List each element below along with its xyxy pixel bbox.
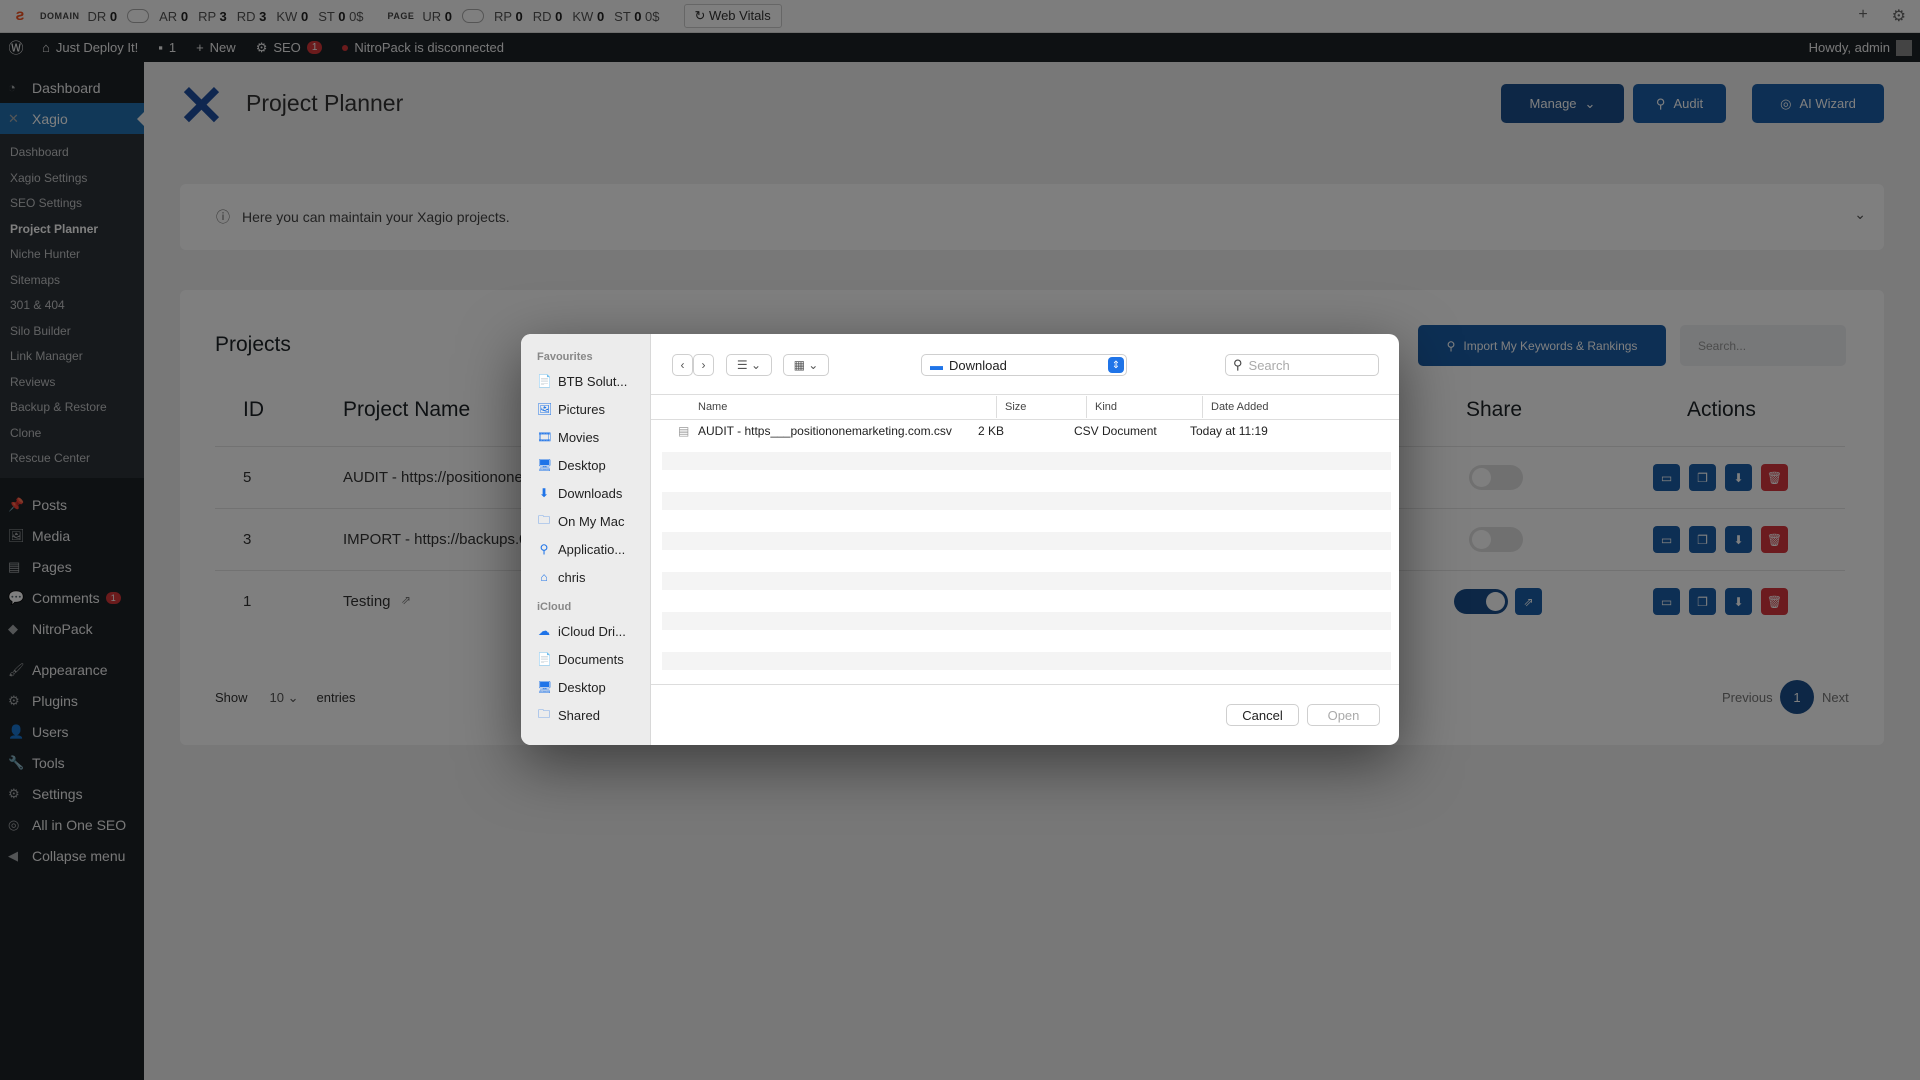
grid-view-button[interactable]: ▦ ⌄ bbox=[783, 354, 829, 376]
dialog-sidebar-item[interactable]: 🖼 Pictures bbox=[521, 395, 650, 423]
location-label: Desktop bbox=[558, 679, 606, 695]
chevron-right-icon: › bbox=[701, 358, 706, 372]
location-icon: 🎞 bbox=[537, 430, 553, 444]
dialog-sidebar-item[interactable]: 🗀 On My Mac bbox=[521, 507, 650, 535]
forward-button[interactable]: › bbox=[693, 354, 714, 376]
dialog-sidebar-item[interactable]: 🗀 Shared bbox=[521, 701, 650, 729]
dialog-sidebar-item[interactable]: ⌂ chris bbox=[521, 563, 650, 591]
dialog-sidebar: Favourites 📄 BTB Solut... 🖼 Pictures 🎞 Movies… bbox=[521, 334, 651, 745]
location-label: Shared bbox=[558, 707, 600, 723]
search-icon: ⚲ bbox=[1233, 357, 1243, 372]
dialog-sidebar-item[interactable]: 📄 BTB Solut... bbox=[521, 367, 650, 395]
location-icon: 📄 bbox=[537, 374, 552, 388]
grid-icon: ▦ ⌄ bbox=[793, 358, 819, 372]
file-kind: CSV Document bbox=[1074, 424, 1157, 438]
location-label: Desktop bbox=[558, 457, 606, 473]
location-popup[interactable]: ▬ Download ⇕ bbox=[921, 354, 1127, 376]
icloud-heading: iCloud bbox=[537, 601, 572, 613]
location-icon: 🖥 bbox=[537, 680, 553, 694]
folder-icon: ▬ bbox=[930, 357, 943, 373]
location-icon: 🗀 bbox=[537, 706, 550, 721]
dialog-sidebar-item[interactable]: ⚲ Applicatio... bbox=[521, 535, 650, 563]
location-label: Download bbox=[949, 357, 1007, 373]
search-placeholder: Search bbox=[1248, 357, 1290, 373]
location-icon: 🖼 bbox=[537, 402, 553, 416]
file-name: AUDIT - https___positiononemarketing.com… bbox=[698, 424, 952, 438]
location-label: Downloads bbox=[558, 485, 623, 501]
dialog-search-input[interactable]: ⚲ Search bbox=[1225, 354, 1379, 376]
location-icon: 🖥 bbox=[537, 458, 553, 472]
col-size[interactable]: Size bbox=[996, 396, 1026, 418]
col-date[interactable]: Date Added bbox=[1202, 396, 1269, 418]
file-open-dialog: Favourites 📄 BTB Solut... 🖼 Pictures 🎞 Movies… bbox=[521, 334, 1399, 745]
open-button[interactable]: Open bbox=[1307, 704, 1380, 726]
chevron-left-icon: ‹ bbox=[680, 358, 685, 372]
dialog-sidebar-item[interactable]: 🖥 Desktop bbox=[521, 451, 650, 479]
location-icon: 📄 bbox=[537, 652, 552, 666]
location-label: BTB Solut... bbox=[558, 373, 628, 389]
col-name[interactable]: Name bbox=[698, 396, 727, 418]
location-icon: ⬇ bbox=[538, 486, 550, 500]
location-label: Movies bbox=[558, 429, 600, 445]
dialog-sidebar-item[interactable]: ⬇ Downloads bbox=[521, 479, 650, 507]
updown-chevron-icon: ⇕ bbox=[1108, 357, 1124, 373]
location-label: Pictures bbox=[558, 401, 605, 417]
dialog-sidebar-item[interactable]: 📄 Documents bbox=[521, 645, 650, 673]
location-icon: ⚲ bbox=[539, 542, 549, 556]
dialog-sidebar-item[interactable]: ☁ iCloud Dri... bbox=[521, 617, 650, 645]
list-icon: ☰ ⌄ bbox=[736, 358, 762, 372]
location-icon: 🗀 bbox=[537, 512, 550, 527]
favourites-heading: Favourites bbox=[537, 351, 593, 363]
location-icon: ☁ bbox=[538, 624, 550, 638]
location-label: Applicatio... bbox=[558, 541, 626, 557]
dialog-sidebar-item[interactable]: 🖥 Desktop bbox=[521, 673, 650, 701]
file-size: 2 KB bbox=[977, 424, 1004, 438]
location-label: On My Mac bbox=[558, 513, 625, 529]
file-row[interactable]: ▤ AUDIT - https___positiononemarketing.c… bbox=[651, 422, 1391, 440]
csv-file-icon: ▤ bbox=[678, 424, 690, 438]
back-button[interactable]: ‹ bbox=[672, 354, 693, 376]
col-kind[interactable]: Kind bbox=[1086, 396, 1117, 418]
cancel-button[interactable]: Cancel bbox=[1226, 704, 1299, 726]
location-label: chris bbox=[558, 569, 586, 585]
location-label: iCloud Dri... bbox=[558, 623, 626, 639]
location-label: Documents bbox=[558, 651, 624, 667]
list-view-button[interactable]: ☰ ⌄ bbox=[726, 354, 772, 376]
dialog-sidebar-item[interactable]: 🎞 Movies bbox=[521, 423, 650, 451]
file-date: Today at 11:19 bbox=[1190, 424, 1268, 438]
location-icon: ⌂ bbox=[540, 570, 548, 584]
